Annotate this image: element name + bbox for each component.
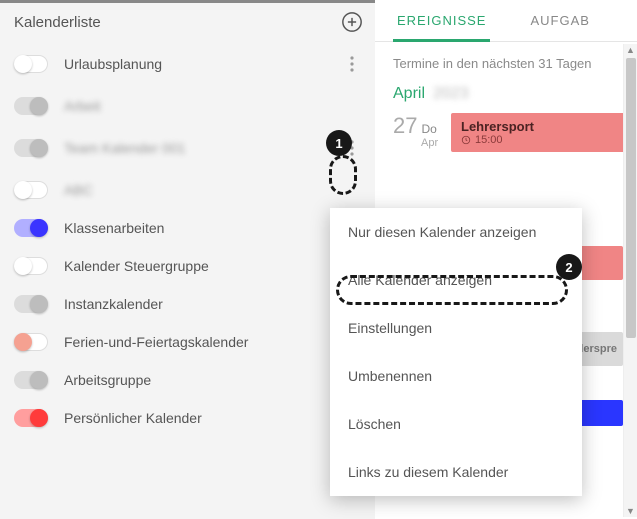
event-card[interactable]: Lehrersport 15:00	[451, 113, 635, 152]
calendar-row: Urlaubsplanung	[0, 41, 375, 87]
calendar-name: Urlaubsplanung	[64, 56, 339, 72]
events-subheader: Termine in den nächsten 31 Tagen	[375, 42, 637, 83]
calendar-name: Arbeit	[64, 98, 365, 114]
month-label: April 2023	[375, 83, 637, 113]
menu-delete[interactable]: Löschen	[330, 400, 582, 448]
calendar-row: Persönlicher Kalender	[0, 399, 375, 437]
plus-circle-icon	[341, 11, 363, 33]
calendar-row: Klassenarbeiten	[0, 209, 375, 247]
event-month-short: Apr	[421, 137, 438, 149]
event-title: Lehrersport	[461, 119, 625, 134]
calendar-list-title: Kalenderliste	[14, 14, 101, 31]
event-date: 27 Do Apr	[393, 113, 441, 152]
right-scrollbar[interactable]: ▲ ▼	[623, 44, 637, 517]
calendar-row: Kalender Steuergruppe	[0, 247, 375, 285]
calendar-row: Team Kalender 001	[0, 125, 375, 171]
calendar-name: Persönlicher Kalender	[64, 410, 365, 426]
annotation-badge-1: 1	[326, 130, 352, 156]
menu-links[interactable]: Links zu diesem Kalender	[330, 448, 582, 496]
calendar-row: Ferien-und-Feiertagskalender	[0, 323, 375, 361]
event-day-number: 27	[393, 115, 417, 137]
calendar-name: Ferien-und-Feiertagskalender	[64, 334, 365, 350]
calendar-toggle[interactable]	[14, 295, 48, 313]
calendar-name: Instanzkalender	[64, 296, 365, 312]
calendar-toggle[interactable]	[14, 409, 48, 427]
calendar-toggle[interactable]	[14, 219, 48, 237]
calendar-list-panel: Kalenderliste Urlaubsplanung Arbeit Team K…	[0, 0, 375, 519]
calendar-name: Team Kalender 001	[64, 140, 339, 156]
clock-icon	[461, 135, 471, 145]
calendar-toggle[interactable]	[14, 257, 48, 275]
calendar-list: Urlaubsplanung Arbeit Team Kalender 001 ABC…	[0, 41, 375, 519]
event-weekday: Do	[421, 122, 436, 136]
calendar-name: Kalender Steuergruppe	[64, 258, 365, 274]
menu-settings[interactable]: Einstellungen	[330, 304, 582, 352]
tab-tasks[interactable]: AUFGAB	[508, 0, 611, 41]
scroll-thumb[interactable]	[626, 58, 636, 338]
calendar-toggle[interactable]	[14, 181, 48, 199]
scroll-up-arrow[interactable]: ▲	[624, 44, 637, 56]
event-row: 27 Do Apr Lehrersport 15:00	[375, 113, 637, 152]
calendar-row: Arbeit	[0, 87, 375, 125]
calendar-context-menu: Nur diesen Kalender anzeigen Alle Kalend…	[330, 208, 582, 496]
menu-only-this-calendar[interactable]: Nur diesen Kalender anzeigen	[330, 208, 582, 256]
event-time-text: 15:00	[475, 134, 503, 146]
calendar-toggle[interactable]	[14, 97, 48, 115]
add-calendar-button[interactable]	[341, 11, 363, 33]
calendar-toggle[interactable]	[14, 139, 48, 157]
menu-all-calendars[interactable]: Alle Kalender anzeigen	[330, 256, 582, 304]
calendar-toggle[interactable]	[14, 371, 48, 389]
calendar-name: Klassenarbeiten	[64, 220, 365, 236]
calendar-toggle[interactable]	[14, 333, 48, 351]
calendar-row: Instanzkalender	[0, 285, 375, 323]
calendar-list-header: Kalenderliste	[0, 3, 375, 41]
year-blurred: 2023	[433, 85, 469, 103]
calendar-toggle[interactable]	[14, 55, 48, 73]
menu-rename[interactable]: Umbenennen	[330, 352, 582, 400]
calendar-more-button[interactable]	[339, 51, 365, 77]
calendar-name: Arbeitsgruppe	[64, 372, 365, 388]
event-time: 15:00	[461, 134, 625, 146]
annotation-badge-2: 2	[556, 254, 582, 280]
calendar-name: ABC	[64, 182, 365, 198]
tab-events[interactable]: EREIGNISSE	[375, 0, 508, 41]
scroll-down-arrow[interactable]: ▼	[624, 505, 637, 517]
calendar-row: ABC	[0, 171, 375, 209]
month-name: April	[393, 85, 425, 103]
calendar-row: Arbeitsgruppe	[0, 361, 375, 399]
tab-bar: EREIGNISSE AUFGAB	[375, 0, 637, 42]
dots-vertical-icon	[350, 56, 354, 72]
